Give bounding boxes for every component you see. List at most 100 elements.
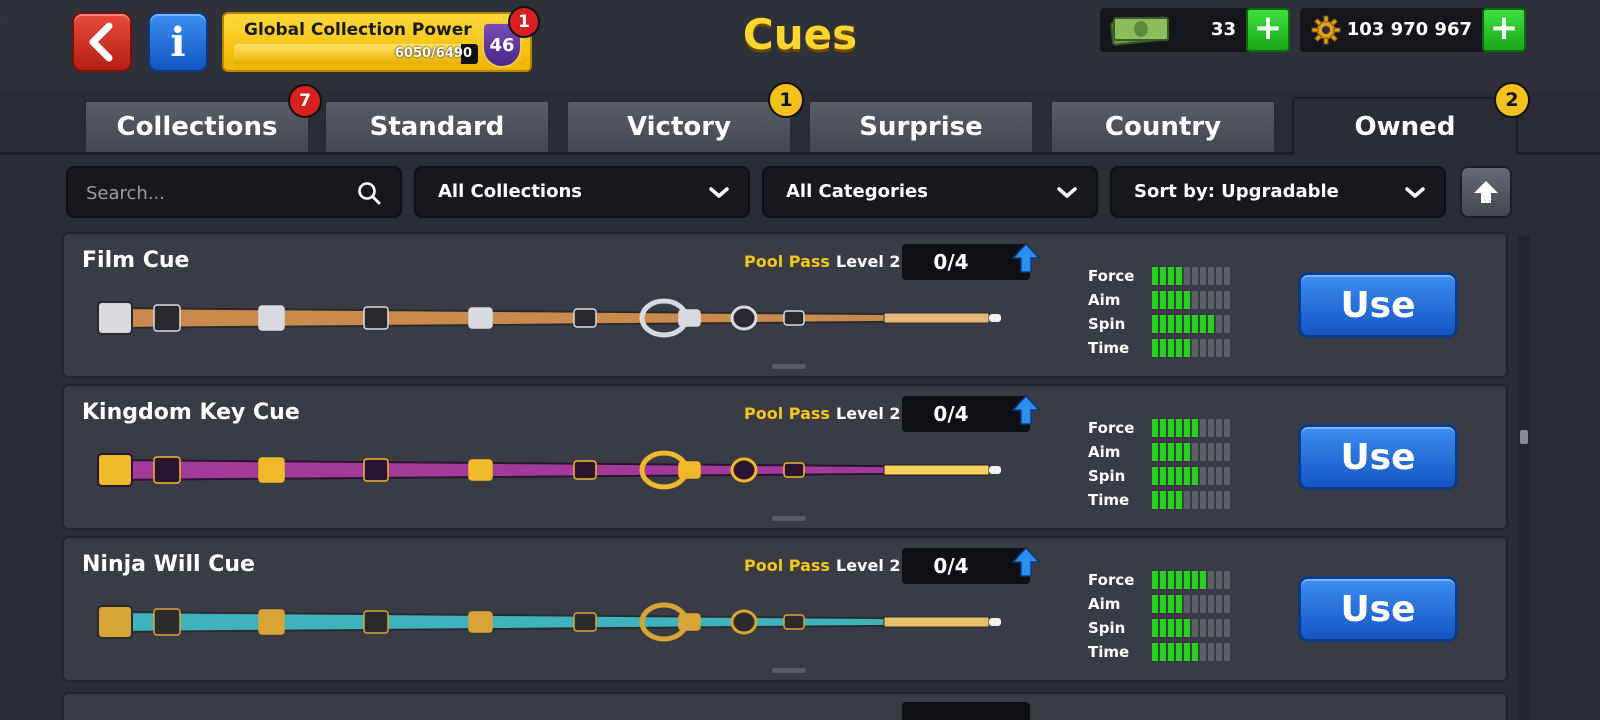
stat-segment — [1216, 619, 1222, 637]
cue-stats: Force Aim Spin Time — [1088, 264, 1258, 360]
tab-surprise[interactable]: Surprise — [808, 100, 1034, 152]
collection-level: 46 — [489, 34, 515, 56]
stat-segment — [1192, 571, 1198, 589]
tab-standard[interactable]: Standard — [324, 100, 550, 152]
sort-dropdown[interactable]: Sort by: Upgradable — [1110, 166, 1446, 218]
stat-segment — [1208, 619, 1214, 637]
cue-card[interactable]: Kingdom Key Cue Pool Pass Level 2 0/4 Force A… — [62, 384, 1508, 530]
cue-image — [97, 298, 1001, 338]
stat-segment — [1160, 467, 1166, 485]
stat-segment — [1192, 315, 1198, 333]
stat-segment — [1224, 595, 1230, 613]
stat-segment — [1168, 619, 1174, 637]
stat-segment — [1160, 443, 1166, 461]
stat-segment — [1208, 267, 1214, 285]
stat-segment — [1160, 315, 1166, 333]
upgrade-arrow-icon[interactable] — [1012, 546, 1040, 578]
drag-handle[interactable] — [772, 364, 806, 369]
use-button[interactable]: Use — [1298, 576, 1458, 642]
collections-dropdown[interactable]: All Collections — [414, 166, 750, 218]
stat-segment — [1192, 595, 1198, 613]
upgrade-arrow-icon[interactable] — [1012, 394, 1040, 426]
stat-segment — [1200, 571, 1206, 589]
info-button[interactable]: i — [148, 12, 208, 72]
cue-card-partial — [62, 692, 1508, 720]
collections-dropdown-value: All Collections — [438, 181, 582, 202]
stat-segment — [1208, 339, 1214, 357]
stat-segment — [1160, 619, 1166, 637]
stat-segment — [1216, 291, 1222, 309]
stat-segment — [1152, 339, 1158, 357]
stat-force: Force — [1088, 416, 1258, 440]
add-cash-button[interactable]: + — [1246, 8, 1290, 52]
categories-dropdown[interactable]: All Categories — [762, 166, 1098, 218]
stat-segment — [1152, 619, 1158, 637]
stat-aim: Aim — [1088, 592, 1258, 616]
search-input[interactable] — [86, 180, 336, 206]
upgrade-progress: 0/4 — [902, 244, 1030, 280]
drag-handle[interactable] — [772, 668, 806, 673]
stat-bars — [1152, 595, 1230, 613]
cue-stats: Force Aim Spin Time — [1088, 416, 1258, 512]
stat-segment — [1216, 267, 1222, 285]
stat-segment — [1192, 467, 1198, 485]
tab-label: Standard — [369, 112, 505, 142]
coins-value: 103 970 967 — [1346, 19, 1472, 40]
stat-label: Force — [1088, 267, 1135, 285]
stat-segment — [1152, 419, 1158, 437]
stat-segment — [1192, 419, 1198, 437]
stat-segment — [1184, 291, 1190, 309]
cue-card[interactable]: Film Cue Pool Pass Level 2 0/4 Force Aim Spin T… — [62, 232, 1508, 378]
tab-label: Collections — [116, 112, 278, 142]
stat-segment — [1152, 291, 1158, 309]
stat-bars — [1152, 419, 1230, 437]
cue-name: Kingdom Key Cue — [82, 400, 300, 425]
level-label: Level 2 — [836, 556, 901, 575]
use-button[interactable]: Use — [1298, 272, 1458, 338]
stat-bars — [1152, 467, 1230, 485]
stat-label: Aim — [1088, 595, 1121, 613]
page-title: Cues — [742, 10, 858, 59]
stat-segment — [1200, 619, 1206, 637]
tab-collections[interactable]: Collections — [84, 100, 310, 152]
stat-segment — [1224, 491, 1230, 509]
stat-segment — [1192, 491, 1198, 509]
upgrade-arrow-icon[interactable] — [1012, 242, 1040, 274]
stat-segment — [1168, 571, 1174, 589]
stat-segment — [1176, 619, 1182, 637]
stat-segment — [1216, 339, 1222, 357]
stat-bars — [1152, 643, 1230, 661]
stat-segment — [1200, 267, 1206, 285]
tab-owned[interactable]: Owned — [1292, 97, 1518, 155]
scrollbar[interactable] — [1518, 236, 1530, 720]
add-coins-button[interactable]: + — [1482, 8, 1526, 52]
stat-segment — [1152, 571, 1158, 589]
collection-power-bar: 6050/6490 — [234, 44, 478, 64]
use-button[interactable]: Use — [1298, 424, 1458, 490]
stat-segment — [1152, 267, 1158, 285]
stat-force: Force — [1088, 264, 1258, 288]
chevron-down-icon — [1057, 187, 1077, 198]
stat-force: Force — [1088, 568, 1258, 592]
stat-segment — [1176, 643, 1182, 661]
tab-country[interactable]: Country — [1050, 100, 1276, 152]
stat-segment — [1184, 619, 1190, 637]
cue-card[interactable]: Ninja Will Cue Pool Pass Level 2 0/4 Force Ai… — [62, 536, 1508, 682]
tab-collections-badge: 7 — [288, 84, 322, 118]
stat-segment — [1200, 595, 1206, 613]
drag-handle[interactable] — [772, 516, 806, 521]
stat-segment — [1200, 491, 1206, 509]
stat-segment — [1184, 419, 1190, 437]
stat-segment — [1224, 619, 1230, 637]
cash-icon — [1110, 16, 1169, 46]
stat-label: Time — [1088, 491, 1130, 509]
collection-power-panel[interactable]: Global Collection Power 6050/6490 46 — [222, 12, 532, 72]
sort-direction-button[interactable] — [1460, 166, 1512, 218]
back-button[interactable] — [72, 12, 132, 72]
scrollbar-thumb[interactable] — [1520, 430, 1528, 444]
stat-segment — [1216, 643, 1222, 661]
stat-segment — [1176, 315, 1182, 333]
stat-label: Aim — [1088, 443, 1121, 461]
tab-victory[interactable]: Victory — [566, 100, 792, 152]
stat-segment — [1200, 467, 1206, 485]
